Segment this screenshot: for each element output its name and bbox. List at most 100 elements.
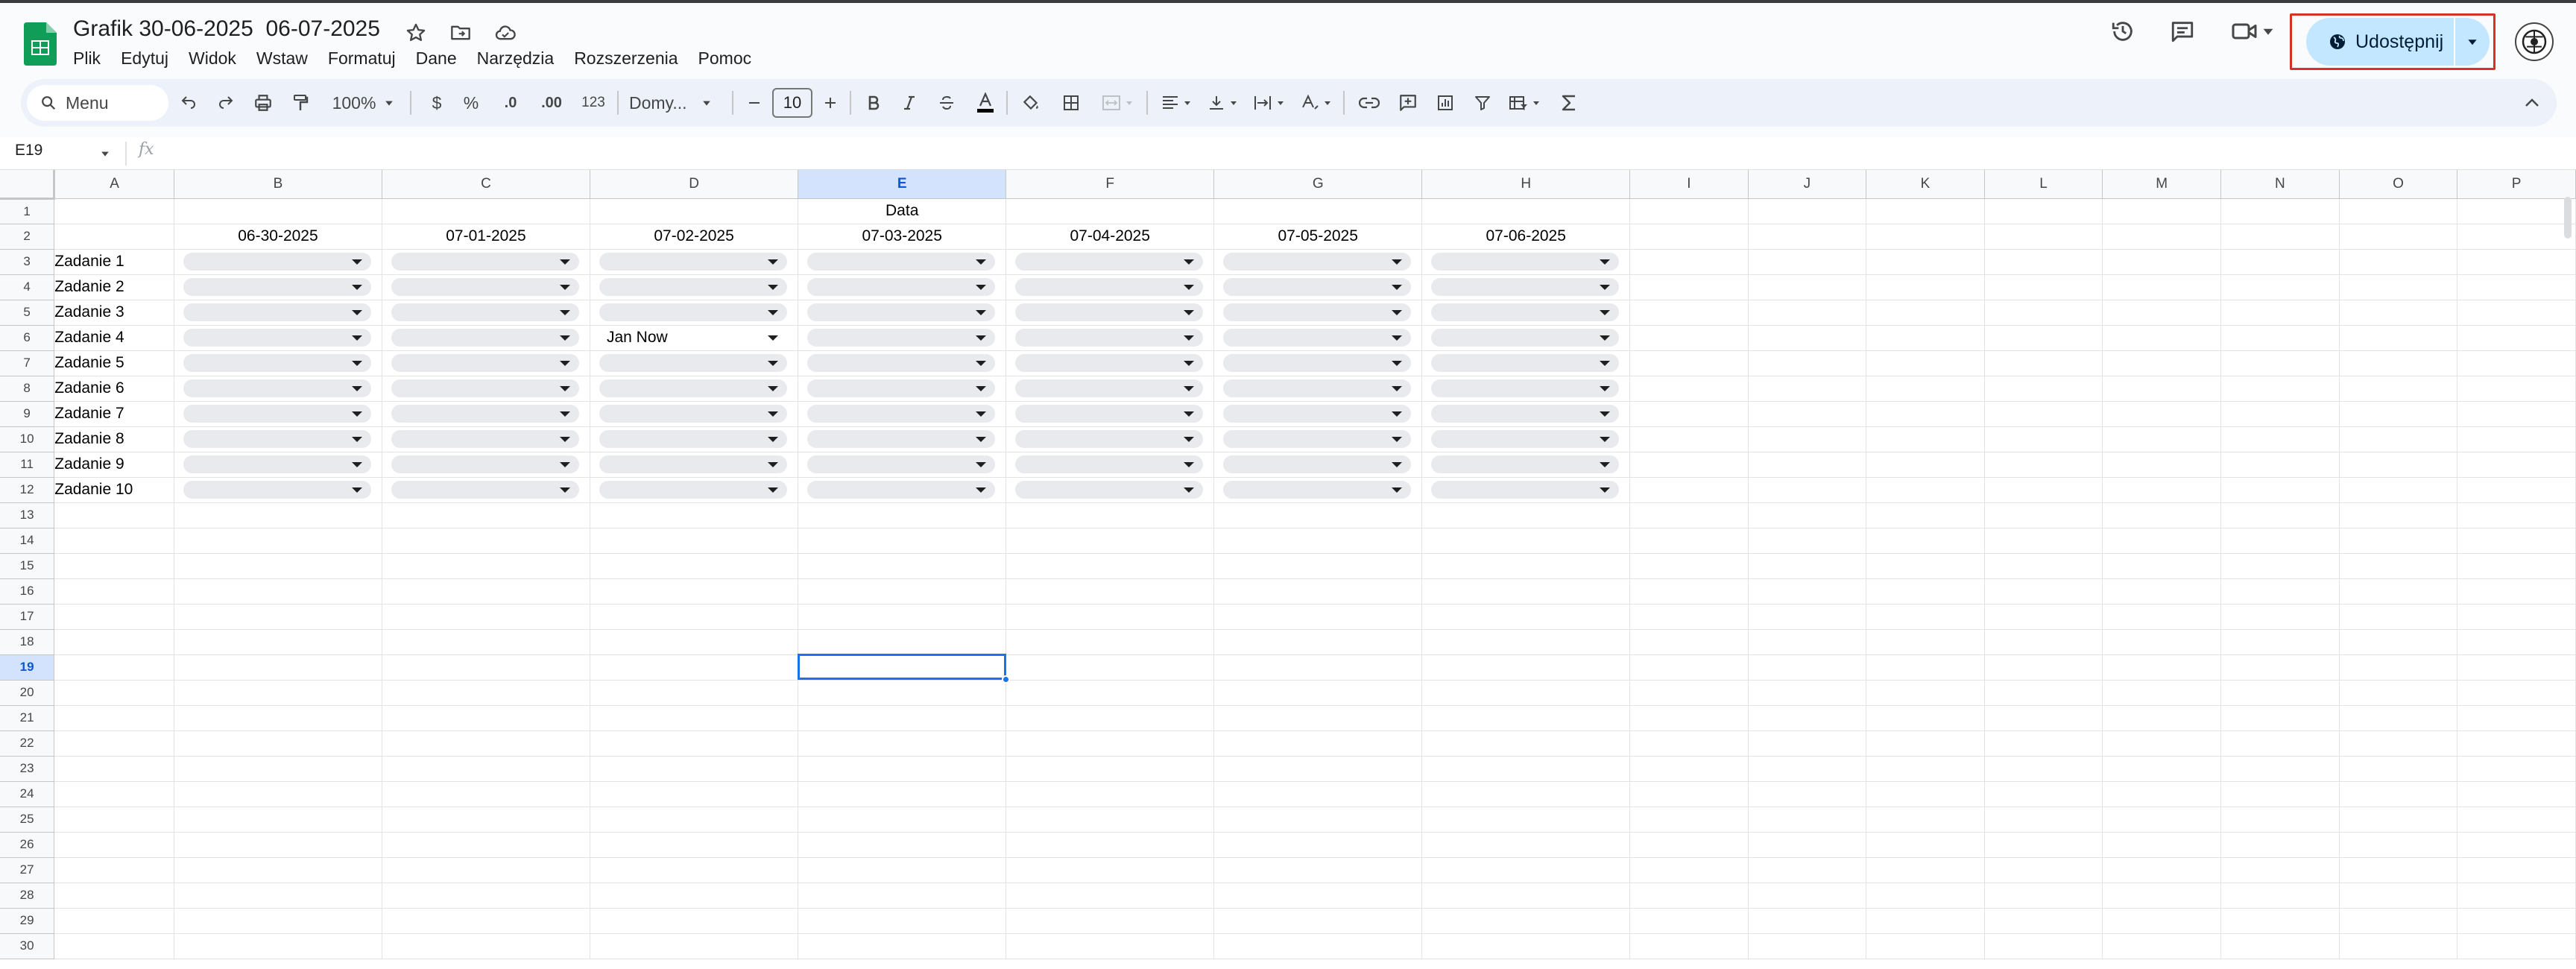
cell-i11[interactable] bbox=[1629, 452, 1749, 478]
dropdown-chip[interactable] bbox=[391, 430, 579, 448]
text-rotation-icon[interactable] bbox=[1292, 79, 1339, 127]
cell-b13[interactable] bbox=[174, 502, 382, 528]
cell-e6[interactable] bbox=[798, 325, 1007, 351]
cell-k24[interactable] bbox=[1866, 781, 1985, 807]
cell-d18[interactable] bbox=[590, 629, 799, 655]
cell-j9[interactable] bbox=[1748, 401, 1867, 427]
cell-p30[interactable] bbox=[2457, 933, 2576, 959]
column-header-l[interactable]: L bbox=[1984, 170, 2103, 199]
cell-j29[interactable] bbox=[1748, 908, 1867, 934]
cell-f28[interactable] bbox=[1006, 883, 1215, 909]
cell-f17[interactable] bbox=[1006, 604, 1215, 630]
cell-b19[interactable] bbox=[174, 654, 382, 681]
cell-j28[interactable] bbox=[1748, 883, 1867, 909]
cell-k1[interactable] bbox=[1866, 198, 1985, 224]
cell-d10[interactable] bbox=[590, 426, 799, 452]
cell-c5[interactable] bbox=[382, 300, 590, 326]
cell-g30[interactable] bbox=[1213, 933, 1423, 959]
cell-f3[interactable] bbox=[1006, 249, 1215, 275]
cell-d11[interactable] bbox=[590, 452, 799, 478]
cell-m22[interactable] bbox=[2102, 730, 2221, 757]
cell-j2[interactable] bbox=[1748, 224, 1867, 250]
row-header[interactable]: 15 bbox=[0, 553, 55, 579]
cell-l11[interactable] bbox=[1984, 452, 2103, 478]
cell-o22[interactable] bbox=[2339, 730, 2458, 757]
vertical-scrollbar[interactable] bbox=[2564, 197, 2572, 239]
cell-l19[interactable] bbox=[1984, 654, 2103, 681]
cell-n16[interactable] bbox=[2220, 578, 2340, 605]
cell-e5[interactable] bbox=[798, 300, 1007, 326]
cell-j23[interactable] bbox=[1748, 756, 1867, 782]
cell-e10[interactable] bbox=[798, 426, 1007, 452]
cell-d28[interactable] bbox=[590, 883, 799, 909]
cell-p7[interactable] bbox=[2457, 350, 2576, 376]
cell-m16[interactable] bbox=[2102, 578, 2221, 605]
cell-h7[interactable] bbox=[1421, 350, 1631, 376]
cell-e29[interactable] bbox=[798, 908, 1007, 934]
column-header-h[interactable]: H bbox=[1421, 170, 1631, 199]
dropdown-chip[interactable] bbox=[807, 481, 996, 499]
cell-n25[interactable] bbox=[2220, 807, 2340, 833]
cell-n26[interactable] bbox=[2220, 832, 2340, 858]
dropdown-chip[interactable] bbox=[1015, 354, 1204, 372]
cell-o27[interactable] bbox=[2339, 857, 2458, 883]
cell-b26[interactable] bbox=[174, 832, 382, 858]
cell-h1[interactable] bbox=[1421, 198, 1631, 224]
cell-f10[interactable] bbox=[1006, 426, 1215, 452]
dropdown-chip[interactable] bbox=[391, 405, 579, 423]
cell-f6[interactable] bbox=[1006, 325, 1215, 351]
dropdown-chip[interactable] bbox=[183, 278, 371, 296]
cell-c30[interactable] bbox=[382, 933, 590, 959]
cell-a2[interactable] bbox=[54, 224, 174, 250]
cell-m15[interactable] bbox=[2102, 553, 2221, 579]
menu-view[interactable]: Widok bbox=[189, 46, 246, 70]
cell-b8[interactable] bbox=[174, 376, 382, 402]
cell-h25[interactable] bbox=[1421, 807, 1631, 833]
cell-k15[interactable] bbox=[1866, 553, 1985, 579]
cell-l21[interactable] bbox=[1984, 705, 2103, 731]
cell-j27[interactable] bbox=[1748, 857, 1867, 883]
cell-g20[interactable] bbox=[1213, 680, 1423, 706]
cell-o8[interactable] bbox=[2339, 376, 2458, 402]
cell-g9[interactable] bbox=[1213, 401, 1423, 427]
cell-b28[interactable] bbox=[174, 883, 382, 909]
cell-l2[interactable] bbox=[1984, 224, 2103, 250]
row-header[interactable]: 21 bbox=[0, 705, 55, 731]
cell-o3[interactable] bbox=[2339, 249, 2458, 275]
cell-i17[interactable] bbox=[1629, 604, 1749, 630]
task-label-cell[interactable]: Zadanie 5 bbox=[54, 350, 174, 376]
menu-data[interactable]: Dane bbox=[416, 46, 467, 70]
dropdown-chip[interactable] bbox=[1223, 354, 1412, 372]
cell-e11[interactable] bbox=[798, 452, 1007, 478]
cell-k22[interactable] bbox=[1866, 730, 1985, 757]
cell-a20[interactable] bbox=[54, 680, 174, 706]
cell-i16[interactable] bbox=[1629, 578, 1749, 605]
cell-p4[interactable] bbox=[2457, 274, 2576, 300]
cell-n14[interactable] bbox=[2220, 528, 2340, 554]
cell-b6[interactable] bbox=[174, 325, 382, 351]
cell-g24[interactable] bbox=[1213, 781, 1423, 807]
cell-j17[interactable] bbox=[1748, 604, 1867, 630]
cell-l7[interactable] bbox=[1984, 350, 2103, 376]
cell-n11[interactable] bbox=[2220, 452, 2340, 478]
bold-icon[interactable] bbox=[856, 79, 891, 127]
font-size-increase-button[interactable] bbox=[814, 79, 847, 127]
cell-m11[interactable] bbox=[2102, 452, 2221, 478]
cell-b7[interactable] bbox=[174, 350, 382, 376]
cell-m20[interactable] bbox=[2102, 680, 2221, 706]
date-header-cell[interactable]: 07-04-2025 bbox=[1006, 224, 1215, 250]
dropdown-chip[interactable] bbox=[1223, 481, 1412, 499]
cell-o12[interactable] bbox=[2339, 477, 2458, 503]
cell-a23[interactable] bbox=[54, 756, 174, 782]
cell-c25[interactable] bbox=[382, 807, 590, 833]
cell-m3[interactable] bbox=[2102, 249, 2221, 275]
cell-o1[interactable] bbox=[2339, 198, 2458, 224]
cell-g27[interactable] bbox=[1213, 857, 1423, 883]
cell-b27[interactable] bbox=[174, 857, 382, 883]
sheets-logo-icon[interactable] bbox=[24, 22, 57, 66]
cell-f30[interactable] bbox=[1006, 933, 1215, 959]
cell-i9[interactable] bbox=[1629, 401, 1749, 427]
cell-j12[interactable] bbox=[1748, 477, 1867, 503]
cell-a17[interactable] bbox=[54, 604, 174, 630]
cell-m4[interactable] bbox=[2102, 274, 2221, 300]
